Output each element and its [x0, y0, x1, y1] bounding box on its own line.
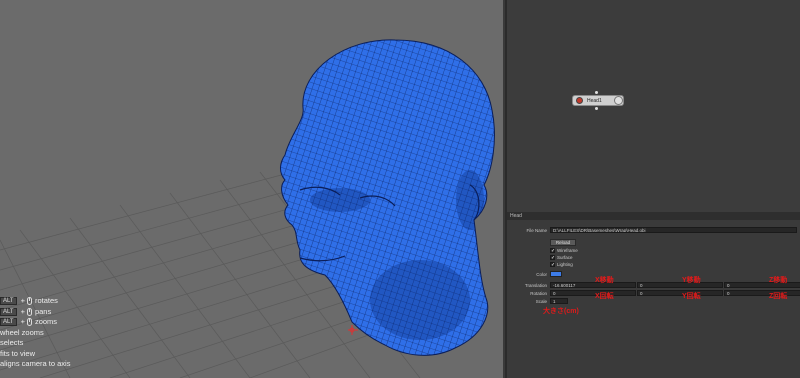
- help-wheel: wheel zooms: [0, 327, 44, 337]
- surface-checkbox[interactable]: ✓ Surface: [550, 255, 573, 261]
- node-graph[interactable]: Head1: [505, 0, 800, 212]
- viewport-help: ALT + rotates ALT + pans ALT + zooms wheel zoo…: [0, 296, 86, 370]
- color-swatch[interactable]: [550, 271, 562, 277]
- scale-label: Scale: [535, 299, 547, 304]
- check-icon: ✓: [550, 248, 556, 254]
- alt-key-icon: ALT: [0, 307, 17, 316]
- translation-z-field[interactable]: 0: [724, 282, 800, 288]
- node-output-port[interactable]: [595, 107, 598, 110]
- mouse-right-icon: [26, 318, 32, 327]
- translation-label: Translation: [524, 283, 547, 288]
- annotation-y-move: Y移動: [682, 277, 701, 284]
- mouse-middle-icon: [26, 307, 32, 316]
- wireframe-checkbox[interactable]: ✓ Wireframe: [550, 248, 578, 254]
- color-label: Color: [536, 272, 547, 277]
- head-mesh[interactable]: [270, 30, 500, 370]
- help-pan: ALT + pans: [0, 307, 86, 318]
- help-zoom: ALT + zooms: [0, 317, 86, 328]
- help-select: selects: [0, 338, 24, 347]
- annotation-y-rot: Y回転: [682, 293, 701, 300]
- annotation-x-rot: X回転: [595, 293, 614, 300]
- check-icon: ✓: [550, 255, 556, 261]
- node-label: Head1: [587, 97, 602, 104]
- mouse-left-icon: [26, 297, 32, 306]
- node-type-icon: [576, 97, 583, 104]
- 3d-viewport[interactable]: ALT + rotates ALT + pans ALT + zooms wheel zoo…: [0, 0, 503, 378]
- alt-key-icon: ALT: [0, 318, 17, 327]
- scale-field[interactable]: 1: [550, 298, 568, 304]
- help-fit: fits to view: [0, 348, 36, 358]
- help-rotate: ALT + rotates: [0, 296, 86, 307]
- annotation-z-rot: Z回転: [769, 293, 788, 300]
- file-name-label: File Name: [526, 228, 547, 233]
- translation-y-field[interactable]: 0: [637, 282, 723, 288]
- lighting-checkbox[interactable]: ✓ Lighting: [550, 262, 573, 268]
- file-name-field[interactable]: D:\ALLFILES\DR\Basemeshes\Wrap\Head.obj: [550, 227, 797, 233]
- rotation-x-field[interactable]: 0: [550, 290, 636, 296]
- check-icon: ✓: [550, 262, 556, 268]
- translation-x-field[interactable]: -16.600117: [550, 282, 636, 288]
- node-visibility-button[interactable]: [614, 96, 623, 105]
- rotation-z-field[interactable]: 0: [724, 290, 800, 296]
- help-align: aligns camera to axis: [0, 359, 71, 368]
- node-input-port[interactable]: [595, 91, 598, 94]
- annotation-x-move: X移動: [595, 277, 614, 284]
- alt-key-icon: ALT: [0, 297, 17, 306]
- annotation-z-move: Z移動: [769, 277, 788, 284]
- properties-panel: Head File Name D:\ALLFILES\DR\Basemeshes…: [505, 212, 800, 378]
- panel-title: Head: [507, 212, 800, 220]
- reload-button[interactable]: Reload: [550, 239, 576, 246]
- rotation-label: Rotation: [530, 291, 547, 296]
- annotation-scale: 大きさ(cm): [543, 308, 579, 315]
- rotation-y-field[interactable]: 0: [637, 290, 723, 296]
